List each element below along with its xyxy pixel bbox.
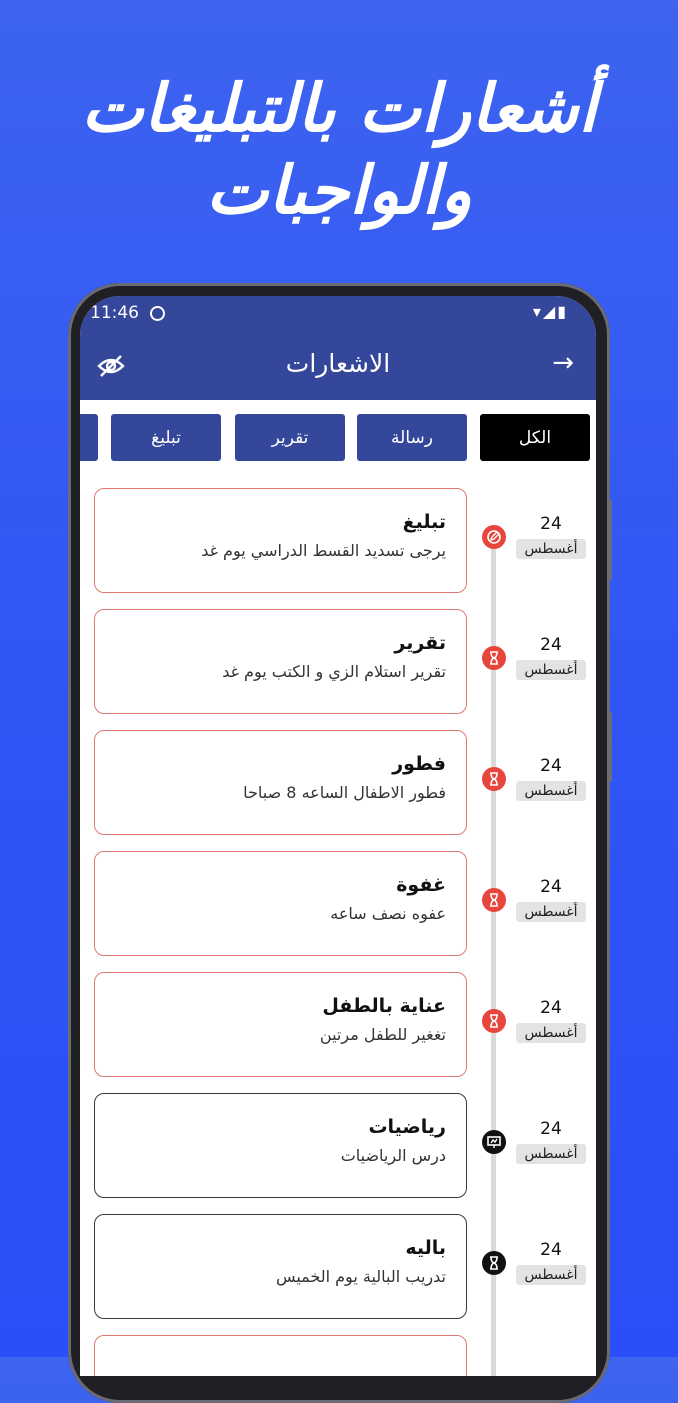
notification-day: 24 <box>540 877 562 897</box>
notification-body: درس الرياضيات <box>340 1146 446 1165</box>
notification-title: رياضيات <box>368 1116 446 1138</box>
notification-body: تغغير للطفل مرتين <box>319 1025 446 1044</box>
notification-list: تبليغ يرجى تسديد القسط الدراسي يوم غد 24 أغ… <box>80 296 596 1376</box>
hourglass-icon <box>482 767 506 791</box>
hourglass-icon <box>482 1009 506 1033</box>
notification-title: عناية بالطفل <box>322 995 446 1017</box>
notification-body: يرجى تسديد القسط الدراسي يوم غد <box>201 541 446 560</box>
notification-title: باليه <box>405 1237 446 1259</box>
notification-title: غفوة <box>396 874 446 896</box>
notification-card[interactable] <box>94 1335 467 1376</box>
notification-month: أغسطس <box>516 539 586 559</box>
notification-body: تقرير استلام الزي و الكتب يوم غد <box>222 662 446 681</box>
presentation-icon <box>482 1130 506 1154</box>
notification-card[interactable]: رياضيات درس الرياضيات <box>94 1093 467 1198</box>
notification-title: تبليغ <box>402 511 446 533</box>
notification-day: 24 <box>540 1240 562 1260</box>
notification-day: 24 <box>540 998 562 1018</box>
notification-card[interactable]: تبليغ يرجى تسديد القسط الدراسي يوم غد <box>94 488 467 593</box>
notification-card[interactable]: غفوة عفوه نصف ساعه <box>94 851 467 956</box>
notification-title: فطور <box>392 753 446 775</box>
notification-month: أغسطس <box>516 660 586 680</box>
notification-month: أغسطس <box>516 1023 586 1043</box>
notification-day: 24 <box>540 635 562 655</box>
notification-month: أغسطس <box>516 1144 586 1164</box>
phone-screen: 11:46 ▾◢▮ الاشعارات → الكل رسالة تقرير ت… <box>80 296 596 1376</box>
notification-card[interactable]: عناية بالطفل تغغير للطفل مرتين <box>94 972 467 1077</box>
notification-body: عفوه نصف ساعه <box>330 904 446 923</box>
notification-month: أغسطس <box>516 1265 586 1285</box>
notification-month: أغسطس <box>516 781 586 801</box>
notification-day: 24 <box>540 756 562 776</box>
promo-headline-line1: أشعارات بالتبليغات <box>81 69 597 147</box>
notification-card[interactable]: فطور فطور الاطفال الساعه 8 صباحا <box>94 730 467 835</box>
notification-month: أغسطس <box>516 902 586 922</box>
notification-body: فطور الاطفال الساعه 8 صباحا <box>243 783 446 802</box>
notification-card[interactable]: باليه تدريب البالية يوم الخميس <box>94 1214 467 1319</box>
notification-day: 24 <box>540 514 562 534</box>
notification-title: تقرير <box>394 632 446 654</box>
edit-icon <box>482 525 506 549</box>
notification-body: تدريب البالية يوم الخميس <box>275 1267 446 1286</box>
notification-card[interactable]: تقرير تقرير استلام الزي و الكتب يوم غد <box>94 609 467 714</box>
promo-headline-line2: والواجبات <box>206 151 472 229</box>
hourglass-icon <box>482 888 506 912</box>
phone-side-button <box>607 500 612 580</box>
notification-day: 24 <box>540 1119 562 1139</box>
phone-side-button <box>607 712 612 782</box>
hourglass-icon <box>482 1251 506 1275</box>
hourglass-icon <box>482 646 506 670</box>
